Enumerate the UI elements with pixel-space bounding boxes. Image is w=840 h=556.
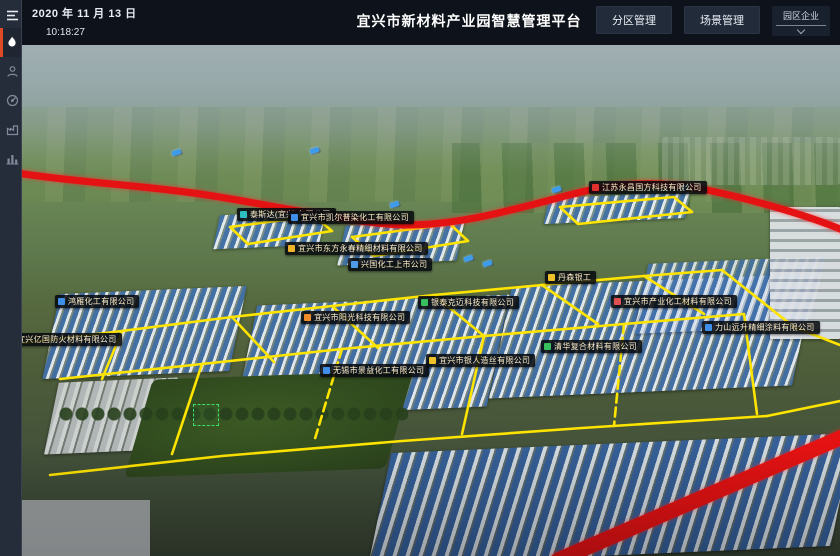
company-marker-icon	[291, 214, 298, 221]
user-icon	[6, 65, 19, 78]
company-marker-icon	[429, 357, 436, 364]
company-label[interactable]: 江苏永昌国方科技有限公司	[589, 181, 707, 194]
company-label-text: 无锡市景益化工有限公司	[333, 366, 424, 375]
company-label[interactable]: 宜兴市阳光科技有限公司	[301, 311, 410, 324]
scene-management-button[interactable]: 场景管理	[684, 6, 760, 34]
top-bar: 2020 年 11 月 13 日 10:18:27 宜兴市新材料产业园智慧管理平…	[22, 0, 840, 45]
company-label-text: 力山远升精细涂料有限公司	[715, 323, 815, 332]
top-right-actions: 分区管理 场景管理 园区企业	[596, 6, 830, 36]
sidebar-item-enterprise-tool[interactable]	[0, 115, 21, 144]
menu-icon	[6, 10, 19, 21]
company-marker-icon	[288, 245, 295, 252]
sidebar-item-monitor-tool[interactable]	[0, 86, 21, 115]
company-label-text: 清华复合材料有限公司	[554, 342, 637, 351]
company-label-text: 宜兴亿国防火材料有限公司	[22, 335, 117, 344]
company-label[interactable]: 宜兴亿国防火材料有限公司	[22, 333, 122, 346]
company-label-text: 宜兴市产业化工材料有限公司	[624, 297, 732, 306]
company-label-text: 宜兴市银人造丝有限公司	[439, 356, 530, 365]
company-label-text: 江苏永昌国方科技有限公司	[602, 183, 702, 192]
company-label[interactable]: 力山远升精细涂料有限公司	[702, 321, 820, 334]
company-marker-icon	[592, 184, 599, 191]
date-text: 2020 年 11 月 13 日	[32, 5, 137, 21]
company-marker-icon	[323, 367, 330, 374]
company-marker-icon	[58, 298, 65, 305]
company-marker-icon	[351, 261, 358, 268]
company-label[interactable]: 宜兴市东方永春精细材料有限公司	[285, 242, 428, 255]
company-marker-icon	[421, 299, 428, 306]
company-label-text: 丹森银工	[558, 273, 591, 282]
company-label[interactable]: 清华复合材料有限公司	[541, 340, 642, 353]
company-label[interactable]: 银泰克迈科技有限公司	[418, 296, 519, 309]
company-label[interactable]: 丹森银工	[545, 271, 596, 284]
company-label[interactable]: 无锡市景益化工有限公司	[320, 364, 429, 377]
fire-icon	[6, 36, 18, 49]
datetime-block: 2020 年 11 月 13 日 10:18:27	[32, 5, 137, 38]
company-label[interactable]: 宜兴市凯尔普染化工有限公司	[288, 211, 414, 224]
company-label-text: 兴国化工上市公司	[361, 260, 427, 269]
time-text: 10:18:27	[46, 27, 137, 38]
partition-management-button[interactable]: 分区管理	[596, 6, 672, 34]
selection-box	[193, 404, 219, 426]
app-window: 2020 年 11 月 13 日 10:18:27 宜兴市新材料产业园智慧管理平…	[0, 0, 840, 556]
sidebar-item-fire-tool[interactable]	[0, 28, 21, 57]
company-label-text: 宜兴市阳光科技有限公司	[314, 313, 405, 322]
company-label[interactable]: 宜兴市银人造丝有限公司	[426, 354, 535, 367]
company-label-text: 宜兴市东方永春精细材料有限公司	[298, 244, 423, 253]
bar-chart-icon	[6, 152, 19, 165]
sidebar-item-statistics-tool[interactable]	[0, 144, 21, 173]
factory-icon	[6, 123, 19, 136]
company-marker-icon	[304, 314, 311, 321]
company-marker-icon	[614, 298, 621, 305]
company-label[interactable]: 兴国化工上市公司	[348, 258, 432, 271]
gauge-icon	[6, 94, 19, 107]
park-enterprise-dropdown[interactable]: 园区企业	[772, 6, 830, 36]
company-label-text: 宜兴市凯尔普染化工有限公司	[301, 213, 409, 222]
company-label[interactable]: 宜兴市产业化工材料有限公司	[611, 295, 737, 308]
park-enterprise-dropdown-label: 园区企业	[776, 9, 826, 26]
map-3d-viewport[interactable]: 泰斯达(宜兴)有限公司宜兴市凯尔普染化工有限公司宜兴市东方永春精细材料有限公司兴…	[22, 45, 840, 556]
sidebar-item-personnel-tool[interactable]	[0, 57, 21, 86]
company-marker-icon	[705, 324, 712, 331]
hamburger-menu-button[interactable]	[0, 2, 21, 28]
chevron-down-icon	[797, 26, 805, 34]
company-marker-icon	[548, 274, 555, 281]
company-label[interactable]: 鸿雁化工有限公司	[55, 295, 139, 308]
left-toolbar	[0, 0, 22, 556]
company-marker-icon	[240, 211, 247, 218]
company-marker-icon	[544, 343, 551, 350]
company-label-text: 银泰克迈科技有限公司	[431, 298, 514, 307]
company-label-text: 鸿雁化工有限公司	[68, 297, 134, 306]
page-title: 宜兴市新材料产业园智慧管理平台	[357, 11, 582, 31]
